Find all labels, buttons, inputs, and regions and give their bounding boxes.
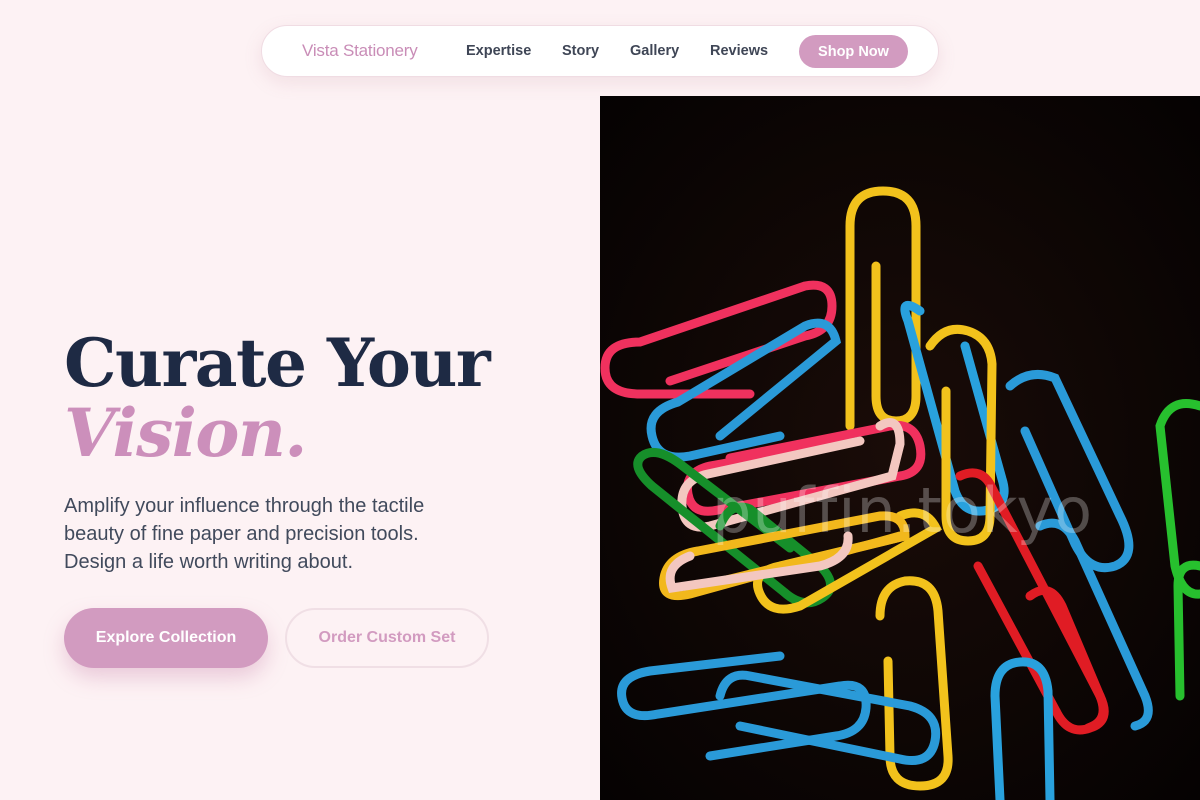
hero-headline-accent: Vision. [64,394,307,472]
nav-link-story[interactable]: Story [562,43,599,59]
top-navigation: Vista Stationery Expertise Story Gallery… [261,25,939,77]
hero-headline: Curate Your [64,324,491,402]
nav-link-gallery[interactable]: Gallery [630,43,679,59]
paperclips-illustration [600,96,1200,800]
nav-link-reviews[interactable]: Reviews [710,43,768,59]
hero-subtext: Amplify your influence through the tacti… [64,495,425,573]
image-watermark: puffin.tokyo [712,474,1094,547]
hero-image-paperclips: puffin.tokyo [600,96,1200,800]
brand-logo[interactable]: Vista Stationery [302,41,418,61]
order-custom-set-button[interactable]: Order Custom Set [285,608,489,668]
explore-collection-button[interactable]: Explore Collection [64,608,268,668]
shop-now-button[interactable]: Shop Now [799,35,908,68]
nav-link-expertise[interactable]: Expertise [466,43,531,59]
